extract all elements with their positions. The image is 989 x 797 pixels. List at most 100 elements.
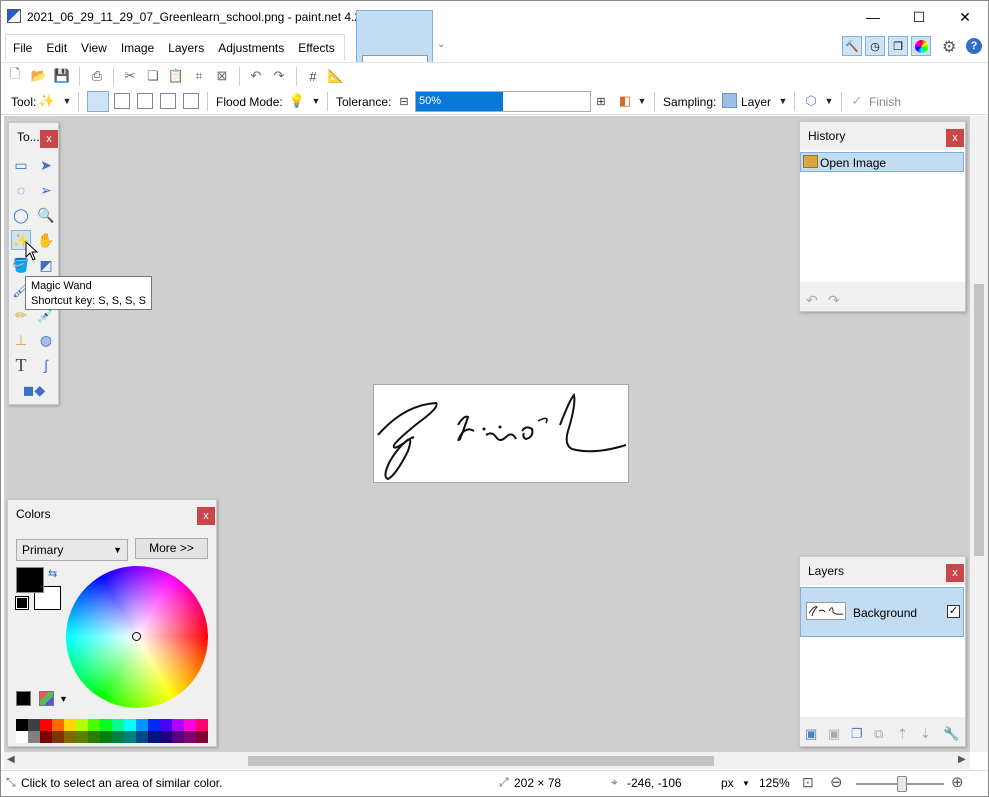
- menu-adjustments[interactable]: Adjustments: [211, 35, 291, 61]
- palette-swatch[interactable]: [40, 719, 52, 731]
- colors-panel-close-button[interactable]: x: [197, 507, 215, 525]
- grid-icon[interactable]: #: [304, 67, 322, 85]
- history-redo-icon[interactable]: ↷: [828, 292, 840, 309]
- palette-swatch[interactable]: [184, 731, 196, 743]
- palette-swatch[interactable]: [112, 719, 124, 731]
- palette-swatch[interactable]: [64, 731, 76, 743]
- menu-file[interactable]: File: [6, 35, 39, 61]
- horizontal-scrollbar[interactable]: ◀ ▶: [4, 752, 970, 769]
- palette-swatch[interactable]: [172, 731, 184, 743]
- palette-swatch[interactable]: [148, 731, 160, 743]
- palette-swatch[interactable]: [184, 719, 196, 731]
- palette-swatch[interactable]: [196, 719, 208, 731]
- line-curve-tool-icon[interactable]: ∫: [36, 355, 56, 375]
- close-button[interactable]: ✕: [942, 1, 988, 33]
- color-mode-dropdown[interactable]: Primary ▼: [16, 539, 128, 561]
- settings-gear-icon[interactable]: ⚙: [942, 37, 956, 57]
- rulers-icon[interactable]: 📐: [327, 67, 345, 85]
- swap-colors-icon[interactable]: ⇆: [48, 567, 57, 580]
- history-window-toggle-icon[interactable]: ◷: [865, 36, 885, 56]
- palette-swatch[interactable]: [136, 719, 148, 731]
- tolerance-decrease-icon[interactable]: ⊟: [395, 92, 413, 110]
- palette-swatch[interactable]: [124, 719, 136, 731]
- layer-properties-icon[interactable]: 🔧: [943, 726, 959, 742]
- crop-to-selection-icon[interactable]: ⌗: [190, 67, 208, 85]
- deselect-icon[interactable]: ⊠: [213, 67, 231, 85]
- print-icon[interactable]: ⎙: [88, 67, 106, 85]
- palette-swatch[interactable]: [16, 719, 28, 731]
- save-file-icon[interactable]: 💾: [53, 67, 71, 85]
- palette-swatch[interactable]: [28, 719, 40, 731]
- palette-swatch[interactable]: [148, 719, 160, 731]
- tools-window-toggle-icon[interactable]: 🔨: [842, 36, 862, 56]
- minimize-button[interactable]: —: [850, 1, 896, 33]
- palette-menu-chevron-icon[interactable]: ▼: [59, 694, 68, 704]
- undo-icon[interactable]: ↶: [247, 67, 265, 85]
- selection-mode-invert-button[interactable]: [183, 93, 199, 109]
- vertical-scroll-thumb[interactable]: [974, 284, 984, 556]
- magic-wand-tool-icon[interactable]: ✨: [38, 92, 56, 110]
- layers-panel-close-button[interactable]: x: [946, 564, 964, 582]
- menu-layers[interactable]: Layers: [161, 35, 211, 61]
- lasso-select-tool-icon[interactable]: ◌: [11, 180, 31, 200]
- palette-swatch[interactable]: [76, 731, 88, 743]
- palette-swatch[interactable]: [160, 719, 172, 731]
- redo-icon[interactable]: ↷: [270, 67, 288, 85]
- image-canvas[interactable]: [373, 384, 629, 483]
- zoom-to-window-icon[interactable]: ⊡: [802, 774, 814, 791]
- color-wheel-marker[interactable]: [132, 632, 141, 641]
- new-file-icon[interactable]: 🗋: [6, 66, 24, 85]
- cut-icon[interactable]: ✂: [121, 67, 139, 85]
- palette-swatch[interactable]: [28, 731, 40, 743]
- copy-icon[interactable]: ❏: [144, 67, 162, 85]
- layers-window-toggle-icon[interactable]: ❐: [888, 36, 908, 56]
- clone-stamp-tool-icon[interactable]: ⊥: [11, 330, 31, 350]
- finish-check-icon[interactable]: ✓: [848, 92, 866, 110]
- selection-mode-union-button[interactable]: [114, 93, 130, 109]
- selection-mode-intersect-button[interactable]: [160, 93, 176, 109]
- paste-icon[interactable]: 📋: [167, 67, 185, 85]
- duplicate-layer-icon[interactable]: ❐: [851, 726, 863, 742]
- palette-swatch[interactable]: [76, 719, 88, 731]
- layer-row[interactable]: Background ✓: [800, 587, 964, 637]
- tolerance-increase-icon[interactable]: ⊞: [592, 92, 610, 110]
- colors-window-toggle-icon[interactable]: [911, 36, 931, 56]
- history-panel-close-button[interactable]: x: [946, 129, 964, 147]
- palette-menu-icon[interactable]: [39, 691, 54, 706]
- tools-panel-close-button[interactable]: x: [40, 130, 58, 148]
- palette-swatch[interactable]: [160, 731, 172, 743]
- add-layer-icon[interactable]: ▣: [805, 726, 817, 742]
- zoom-level[interactable]: 125%: [759, 776, 790, 790]
- palette-swatch[interactable]: [136, 731, 148, 743]
- history-item[interactable]: Open Image: [800, 152, 964, 172]
- move-layer-up-icon[interactable]: ⇡: [897, 726, 908, 742]
- tool-dropdown-chevron-icon[interactable]: ▼: [58, 92, 76, 110]
- flood-mode-chevron-icon[interactable]: ▼: [307, 92, 325, 110]
- palette-swatch[interactable]: [196, 731, 208, 743]
- flood-mode-bulb-icon[interactable]: 💡: [288, 92, 306, 110]
- reset-colors-icon[interactable]: [15, 596, 29, 610]
- palette-swatch[interactable]: [112, 731, 124, 743]
- palette-swatch[interactable]: [88, 731, 100, 743]
- tab-overflow-chevron-icon[interactable]: ⌄: [437, 39, 445, 50]
- tolerance-slider[interactable]: 50%: [415, 91, 591, 112]
- palette-swatch[interactable]: [100, 719, 112, 731]
- selection-quality-chevron-icon[interactable]: ▼: [820, 92, 838, 110]
- move-layer-down-icon[interactable]: ⇣: [920, 726, 931, 742]
- zoom-out-icon[interactable]: ⊖: [830, 773, 843, 791]
- selection-mode-exclude-button[interactable]: [137, 93, 153, 109]
- maximize-button[interactable]: ☐: [896, 1, 942, 33]
- more-colors-button[interactable]: More >>: [135, 538, 208, 559]
- selection-quality-icon[interactable]: ⬡: [802, 92, 820, 110]
- scroll-left-icon[interactable]: ◀: [7, 754, 15, 765]
- history-undo-icon[interactable]: ↶: [806, 292, 818, 309]
- palette-swatch[interactable]: [88, 719, 100, 731]
- rectangle-select-tool-icon[interactable]: ▭: [11, 155, 31, 175]
- color-wheel[interactable]: [66, 566, 208, 708]
- menu-image[interactable]: Image: [114, 35, 161, 61]
- palette-swatch[interactable]: [16, 731, 28, 743]
- layer-visibility-checkbox[interactable]: ✓: [947, 605, 960, 618]
- ellipse-select-tool-icon[interactable]: ◯: [11, 205, 31, 225]
- vertical-scrollbar[interactable]: [970, 116, 988, 752]
- horizontal-scroll-thumb[interactable]: [248, 756, 714, 766]
